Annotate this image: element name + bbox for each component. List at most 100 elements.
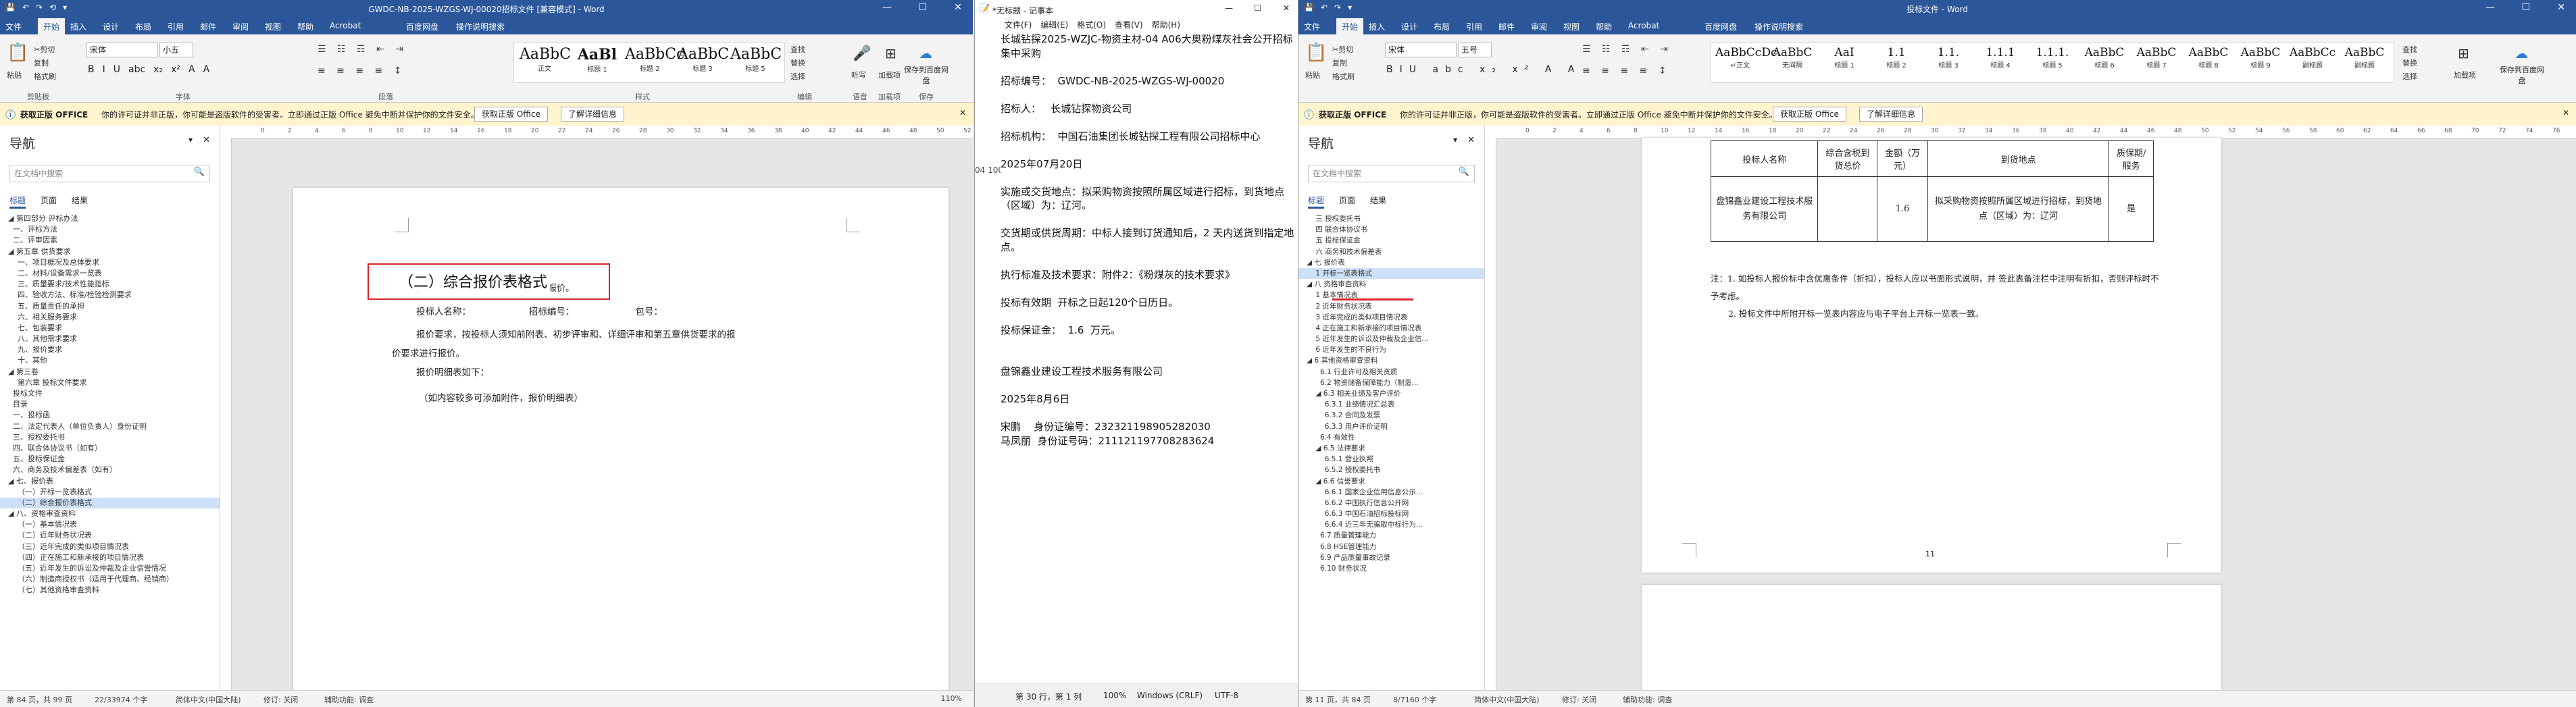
replace-button[interactable]: 替换 [2402, 57, 2417, 68]
font-format-buttons[interactable]: BIU abc x₂ x² A A [1386, 64, 1581, 75]
nav-item[interactable]: 四、验收方法、标准/检验检测要求 [0, 290, 220, 300]
nav-item[interactable]: （七）其他资格审查资料 [0, 585, 220, 596]
nav-item[interactable]: 三、质量要求/技术性能指标 [0, 279, 220, 290]
nav-item[interactable]: 二、法定代表人（单位负责人）身份证明 [0, 421, 220, 432]
copy-button[interactable]: 复制 [34, 57, 49, 68]
accessibility-indicator[interactable]: 辅助功能: 调查 [324, 694, 374, 705]
tab-12[interactable]: 操作说明搜索 [1754, 21, 1803, 32]
style-item[interactable]: AaBbC 标题 9 [2236, 46, 2285, 70]
doc-note[interactable]: （如内容较多可添加附件，报价明细表） [419, 390, 583, 404]
nav-close-icon[interactable]: ✕ [1467, 135, 1475, 145]
search-icon[interactable]: 🔍 [194, 167, 205, 177]
tab-0[interactable]: 文件 [5, 21, 22, 32]
language-indicator[interactable]: 简体中文(中国大陆) [1474, 694, 1540, 705]
style-item[interactable]: AaBbC 标题 5 [730, 46, 782, 73]
close-icon[interactable]: ✕ [2557, 2, 2565, 13]
nav-item[interactable]: 投标文件 [0, 388, 220, 399]
nav-item[interactable]: 1 开标一览表格式 [1298, 267, 1484, 280]
font-size-select[interactable]: 五号 [1458, 43, 1492, 57]
font-format-button[interactable]: x₂ [153, 64, 163, 75]
nav-item[interactable]: 6.5.1 营业执照 [1298, 454, 1484, 465]
tab-12[interactable]: 操作说明搜索 [456, 21, 505, 32]
nav-item[interactable]: ◢ 第四部分 评标办法 [0, 213, 220, 224]
notepad-menu-item[interactable]: 查看(V) [1115, 20, 1143, 30]
table-note-2[interactable]: 2. 投标文件中所附开标一览表内容应与电子平台上开标一览表一致。 [1728, 307, 1984, 319]
style-item[interactable]: 1.1. 标题 3 [1923, 46, 1973, 70]
nav-item[interactable]: 七、包装要求 [0, 323, 220, 334]
nav-item[interactable]: 一、项目概况及总体要求 [0, 257, 220, 268]
nav-item[interactable]: 6.1 行业许可及相关资质 [1298, 367, 1484, 377]
tab-7[interactable]: 审阅 [232, 21, 249, 32]
nav-item[interactable]: ◢ 八 资格审查资料 [1298, 279, 1484, 290]
tab-0[interactable]: 文件 [1304, 21, 1320, 32]
nav-item[interactable]: 二、评审因素 [0, 235, 220, 246]
font-format-button[interactable]: A [188, 64, 195, 75]
microphone-icon[interactable]: 🎤 [853, 45, 871, 62]
nav-item[interactable]: 目录 [0, 399, 220, 410]
nav-item[interactable]: 五、质量责任的承担 [0, 301, 220, 312]
nav-options-icon[interactable]: ▾ [1453, 135, 1457, 145]
minimize-icon[interactable]: — [2485, 2, 2495, 13]
replace-button[interactable]: 替换 [790, 57, 805, 68]
font-format-button[interactable]: abc [128, 64, 145, 75]
nav-item[interactable]: 5 近年发生的诉讼及仲裁及企业信... [1298, 334, 1484, 344]
doc-line[interactable]: 报价要求，按投标人须知前附表、初步评审和、详细评审和第五章供货要求的报 [416, 327, 736, 340]
nav-item[interactable]: 六 商务和技术偏差表 [1298, 246, 1484, 257]
paste-icon[interactable]: 📋 [1305, 43, 1327, 63]
nav-tab-0[interactable]: 标题 [1308, 196, 1325, 209]
maximize-icon[interactable]: ☐ [2521, 2, 2530, 13]
style-item[interactable]: 1.1.1. 标题 5 [2027, 46, 2077, 70]
doc-line[interactable]: 投标人名称： 招标编号： 包号： [416, 304, 663, 317]
font-name-select[interactable]: 宋体 [86, 43, 158, 57]
addin-icon[interactable]: ⊞ [885, 45, 896, 61]
style-item[interactable]: AaBl 标题 1 [572, 46, 622, 74]
nav-item[interactable]: 6.10 财务状况 [1298, 563, 1484, 574]
addins-button[interactable]: 加载项 [878, 70, 901, 80]
tab-9[interactable]: 帮助 [1596, 21, 1612, 32]
tab-10[interactable]: Acrobat [1628, 21, 1659, 30]
minimize-icon[interactable]: — [1225, 3, 1233, 13]
addins-button[interactable]: 加载项 [2454, 70, 2476, 80]
style-item[interactable]: AaBbC 正文 [520, 46, 571, 73]
track-changes-indicator[interactable]: 修订: 关闭 [1562, 694, 1596, 705]
font-format-button[interactable]: I [103, 64, 105, 75]
save-baidu-button[interactable]: 保存到百度网盘 [2498, 64, 2546, 86]
copy-button[interactable]: 复制 [1332, 57, 1347, 68]
style-item[interactable]: AaBbC 标题 3 [678, 46, 729, 73]
nav-item[interactable]: 四 联合体协议书 [1298, 224, 1484, 235]
tab-1[interactable]: 开始 [1336, 18, 1364, 35]
infobar-close-icon[interactable]: ✕ [2562, 108, 2569, 117]
nav-item[interactable]: ◢ 6.6 信誉要求 [1298, 476, 1484, 487]
list-buttons[interactable]: ☰ ☷ ☶ ⇤ ⇥ [318, 44, 407, 55]
style-item[interactable]: AaBbC 标题 7 [2131, 46, 2181, 70]
nav-item[interactable]: 2 近年财务状况表 [1298, 301, 1484, 312]
notepad-menu-item[interactable]: 编辑(E) [1040, 20, 1068, 30]
nav-search-input[interactable]: 在文档中搜索 [9, 165, 210, 182]
learn-more-button[interactable]: 了解详细信息 [1859, 107, 1923, 122]
font-format-button[interactable]: B [88, 64, 95, 75]
nav-tab-1[interactable]: 页面 [41, 196, 57, 205]
nav-item[interactable]: 二、材料/设备需求一览表 [0, 268, 220, 279]
nav-item[interactable]: 6.6.1 国家企业信用信息公示... [1298, 487, 1484, 498]
nav-item[interactable]: ◢ 第五章 供货要求 [0, 246, 220, 257]
paste-icon[interactable]: 📋 [7, 43, 28, 63]
tab-1[interactable]: 开始 [38, 18, 66, 35]
tab-4[interactable]: 布局 [135, 21, 151, 32]
list-buttons[interactable]: ☰ ☷ ☶ ⇤ ⇥ [1582, 44, 1672, 55]
maximize-icon[interactable]: ☐ [1254, 3, 1261, 13]
nav-tab-2[interactable]: 结果 [72, 196, 88, 205]
tab-2[interactable]: 插入 [1369, 21, 1385, 32]
nav-item[interactable]: 一、评标方法 [0, 224, 220, 235]
style-item[interactable]: 1.1.1 标题 4 [1975, 46, 2025, 70]
dictate-button[interactable]: 听写 [851, 70, 866, 80]
nav-search-input[interactable]: 在文档中搜索 [1308, 165, 1475, 182]
font-name-select[interactable]: 宋体 [1385, 43, 1457, 57]
learn-more-button[interactable]: 了解详细信息 [561, 107, 625, 122]
nav-item[interactable]: 八、其他需求要求 [0, 334, 220, 344]
nav-item[interactable]: 6.6.4 近三年无骗取中标行为... [1298, 519, 1484, 530]
nav-item[interactable]: ◢ 第三卷 [0, 367, 220, 377]
nav-item[interactable]: 6.5.2 授权委托书 [1298, 465, 1484, 475]
styles-gallery[interactable]: AaBbC 正文 AaBl 标题 1 AaBbCc 标题 2 AaBbC 标题 3 AaBbC 标… [513, 43, 785, 83]
save-baidu-button[interactable]: 保存到百度网盘 [903, 64, 950, 86]
close-icon[interactable]: ✕ [1283, 3, 1290, 13]
